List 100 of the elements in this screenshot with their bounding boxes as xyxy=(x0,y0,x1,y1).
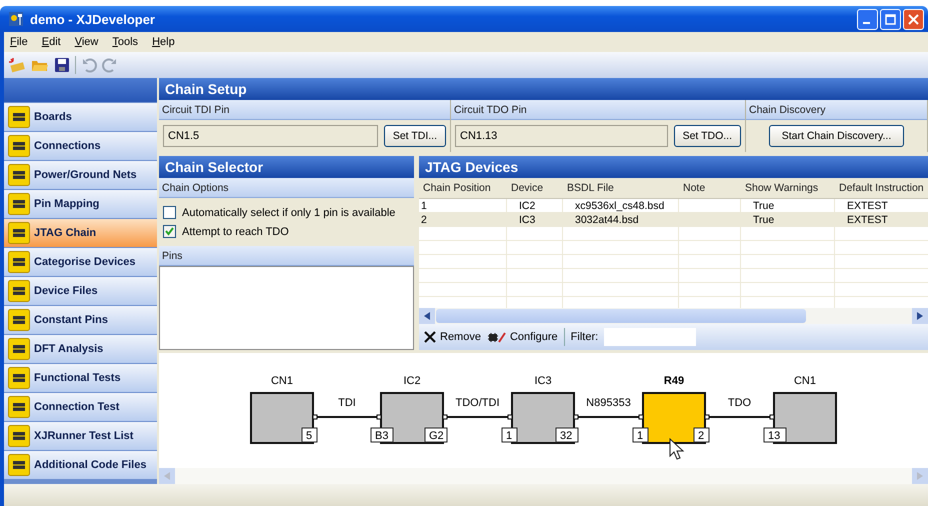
horizontal-scrollbar[interactable] xyxy=(419,308,928,324)
section-label: Pins xyxy=(159,246,414,266)
section-label: Circuit TDI Pin xyxy=(159,100,450,120)
set-tdo-button[interactable]: Set TDO... xyxy=(674,125,741,147)
node-label: CN1 xyxy=(271,375,293,387)
app-icon xyxy=(8,11,24,27)
checkbox-label: Automatically select if only 1 pin is available xyxy=(182,206,396,218)
chip-pencil-icon xyxy=(486,330,507,344)
pin-label: 13 xyxy=(764,428,786,442)
input-field[interactable]: CN1.13 xyxy=(455,125,668,147)
menu-item[interactable]: Tools xyxy=(112,36,138,48)
pin-label: 5 xyxy=(302,428,318,442)
table-cell: xc9536xl_cs48.bsd xyxy=(575,200,664,212)
maximize-button[interactable] xyxy=(880,8,901,30)
column-header[interactable]: Show Warnings xyxy=(741,178,835,198)
net-connection xyxy=(442,414,512,420)
device-node[interactable] xyxy=(511,392,575,444)
tile-icon xyxy=(8,280,30,302)
node-label: CN1 xyxy=(794,375,816,387)
window-title: demo - XJDeveloper xyxy=(30,12,155,26)
start-discovery-button[interactable]: Start Chain Discovery... xyxy=(768,125,904,147)
sidebar-item[interactable]: JTAG Chain xyxy=(4,219,157,247)
column-header[interactable]: Note xyxy=(679,178,741,198)
sidebar-item[interactable]: Constant Pins xyxy=(4,306,157,334)
cross-icon xyxy=(423,330,437,344)
sidebar-item[interactable]: XJRunner Test List xyxy=(4,422,157,450)
table-cell: EXTEST xyxy=(847,200,888,212)
sidebar-item[interactable]: Connections xyxy=(4,132,157,160)
table-cell: True xyxy=(753,200,774,212)
tile-icon xyxy=(8,367,30,389)
sidebar-item[interactable]: Boards xyxy=(4,103,157,131)
net-label: TDI xyxy=(338,397,356,409)
menu-item[interactable]: File xyxy=(10,36,28,48)
panel-header: Chain Selector xyxy=(159,156,414,178)
filter-field[interactable] xyxy=(604,328,696,346)
tile-icon xyxy=(8,106,30,128)
input-field[interactable]: CN1.5 xyxy=(163,125,378,147)
tile-icon xyxy=(8,425,30,447)
pins-list[interactable] xyxy=(159,266,414,350)
tile-icon xyxy=(8,193,30,215)
device-node[interactable] xyxy=(250,392,314,444)
close-icon xyxy=(908,14,919,24)
maximize-icon xyxy=(885,14,896,24)
save-icon[interactable] xyxy=(54,57,70,73)
pin-label: G2 xyxy=(424,428,448,442)
minimize-button[interactable] xyxy=(857,8,878,30)
menu-item[interactable]: Help xyxy=(152,36,175,48)
sidebar-item[interactable]: Power/Ground Nets xyxy=(4,161,157,189)
pin-label: B3 xyxy=(370,428,394,442)
sidebar-item[interactable]: Connection Test xyxy=(4,393,157,421)
tile-icon xyxy=(8,338,30,360)
checkbox-label: Attempt to reach TDO xyxy=(182,226,289,238)
minimize-icon xyxy=(862,22,870,24)
table-cell: IC3 xyxy=(519,214,536,226)
table-cell: EXTEST xyxy=(847,214,888,226)
pin-label: 2 xyxy=(694,428,710,442)
panel-header: JTAG Devices xyxy=(419,156,928,178)
checkbox[interactable] xyxy=(163,225,176,238)
tile-icon xyxy=(8,396,30,418)
tile-icon xyxy=(8,222,30,244)
tile-icon xyxy=(8,251,30,273)
menu-item[interactable]: Edit xyxy=(42,36,61,48)
sidebar-item[interactable]: DFT Analysis xyxy=(4,335,157,363)
right-arrow-icon[interactable] xyxy=(917,312,923,320)
pin-label: 1 xyxy=(632,428,648,442)
section-label: Chain Discovery xyxy=(746,100,927,120)
panel-header: Chain Setup xyxy=(159,78,928,100)
sidebar-item[interactable]: Additional Code Files xyxy=(4,451,157,479)
node-label: IC2 xyxy=(403,375,421,387)
column-header[interactable]: Default Instruction xyxy=(835,178,928,198)
section-label: Circuit TDO Pin xyxy=(451,100,745,120)
filter-label: Filter: xyxy=(570,331,598,343)
net-connection xyxy=(704,414,774,420)
net-connection xyxy=(312,414,382,420)
sidebar-item[interactable]: Functional Tests xyxy=(4,364,157,392)
configure-button[interactable]: Configure xyxy=(486,330,558,344)
set-tdi-button[interactable]: Set TDI... xyxy=(384,125,446,147)
table-cell: 2 xyxy=(421,214,427,226)
checkbox[interactable] xyxy=(163,206,176,219)
tile-icon xyxy=(8,454,30,476)
tile-icon xyxy=(8,309,30,331)
table-cell: 1 xyxy=(421,200,427,212)
menu-item[interactable]: View xyxy=(74,36,98,48)
table-cell: 3032at44.bsd xyxy=(575,214,639,226)
device-node[interactable] xyxy=(642,392,706,444)
table-cell: True xyxy=(753,214,774,226)
close-button[interactable] xyxy=(903,8,924,30)
sidebar-item[interactable]: Device Files xyxy=(4,277,157,305)
section-label: Chain Options xyxy=(159,178,414,198)
left-arrow-icon[interactable] xyxy=(424,312,430,320)
table-row[interactable]: 2 IC3 3032at44.bsd True EXTEST xyxy=(419,213,928,227)
node-label: IC3 xyxy=(534,375,552,387)
remove-button[interactable]: Remove xyxy=(423,330,481,344)
column-header[interactable]: Device xyxy=(507,178,563,198)
column-header[interactable]: Chain Position xyxy=(419,178,507,198)
cursor-icon xyxy=(670,438,684,460)
sidebar-item[interactable]: Pin Mapping xyxy=(4,190,157,218)
column-header[interactable]: BSDL File xyxy=(563,178,679,198)
node-label: R49 xyxy=(664,375,684,387)
sidebar-item[interactable]: Categorise Devices xyxy=(4,248,157,276)
